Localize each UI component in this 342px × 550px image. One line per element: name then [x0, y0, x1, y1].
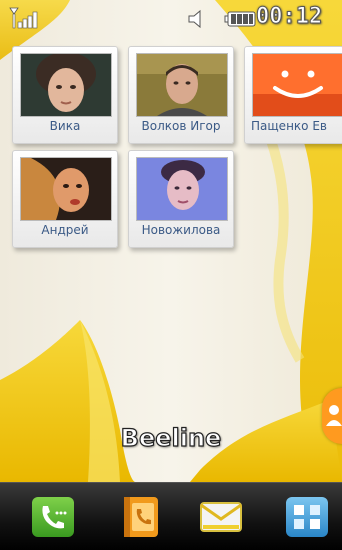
contacts-book-icon [124, 497, 158, 537]
contact-photo [136, 157, 228, 221]
contact-tile[interactable]: Андрей [12, 150, 118, 248]
volume-icon[interactable] [186, 9, 208, 29]
contact-name: Вика [49, 119, 81, 133]
phone-button[interactable] [30, 495, 76, 539]
messages-button[interactable] [198, 495, 244, 539]
contact-name: Волков Игор [141, 119, 221, 133]
contact-name: Андрей [41, 223, 89, 237]
contact-photo [20, 157, 112, 221]
contact-photo [136, 53, 228, 117]
contacts-button[interactable] [118, 495, 164, 539]
default-avatar-icon [252, 53, 342, 117]
phone-icon [32, 497, 74, 537]
menu-button[interactable] [284, 495, 330, 539]
signal-icon [9, 7, 38, 29]
battery-icon [224, 11, 256, 27]
menu-grid-icon [286, 497, 328, 537]
bottom-dock [0, 482, 342, 550]
contact-photo [20, 53, 112, 117]
contacts-side-tab[interactable] [322, 388, 342, 444]
contact-tile[interactable]: Новожилова [128, 150, 234, 248]
contact-tile[interactable]: Волков Игор [128, 46, 234, 144]
messages-icon [200, 502, 242, 532]
contact-tile[interactable]: Вика [12, 46, 118, 144]
status-bar: 00:12 [0, 0, 342, 40]
home-screen: 00:12 Вика Волков Игор Пащенко Ев Андрей… [0, 0, 342, 550]
contact-tile[interactable]: Пащенко Ев [244, 46, 342, 144]
clock: 00:12 [255, 4, 323, 30]
contact-name: Пащенко Ев [251, 119, 327, 133]
operator-name: Beeline [120, 423, 222, 452]
person-icon [326, 405, 342, 426]
contact-name: Новожилова [141, 223, 221, 237]
